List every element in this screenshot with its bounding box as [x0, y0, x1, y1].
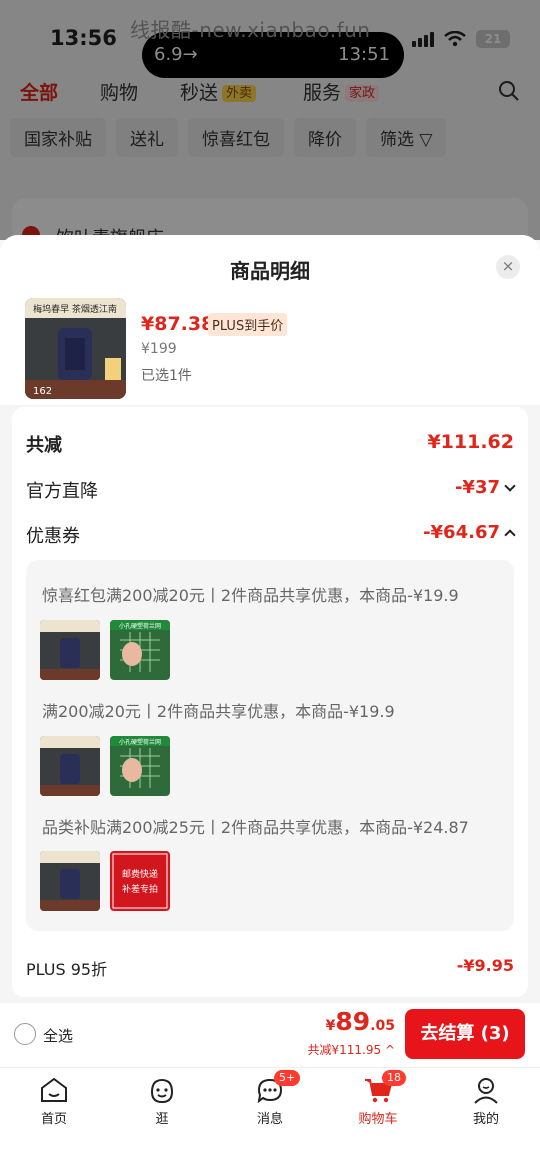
select-all-label[interactable]: 全选 [43, 1025, 73, 1046]
tab-me[interactable]: 我的 [446, 1074, 526, 1127]
tab-home-label: 首页 [40, 1112, 67, 1127]
coupon-item-text: 满200减20元丨2件商品共享优惠，本商品-¥19.9 [42, 702, 395, 721]
profile-icon [470, 1074, 502, 1106]
select-all-radio[interactable] [14, 1023, 36, 1045]
selected-count: 已选1件 [141, 368, 192, 384]
coupon-item-text: 惊喜红包满200减20元丨2件商品共享优惠，本商品-¥19.9 [42, 586, 459, 605]
tea-product-thumb [40, 851, 100, 911]
plus-discount-label: PLUS 95折 [26, 960, 108, 979]
cart-icon: 18 [362, 1070, 406, 1106]
message-badge: 5+ [274, 1070, 301, 1086]
checkout-button[interactable]: 去结算 (3) [405, 1009, 525, 1059]
net-product-thumb: 小孔硬塑荷兰网 [110, 736, 170, 796]
svg-text:补差专拍: 补差专拍 [122, 883, 158, 895]
coupon-list: 惊喜红包满200减20元丨2件商品共享优惠，本商品-¥19.9 小孔硬塑荷兰网 … [26, 560, 514, 931]
tea-product-thumb [40, 620, 100, 680]
tab-messages[interactable]: 5+ 消息 [230, 1070, 310, 1127]
total-reduction-row: 共减 ¥111.62 [26, 431, 514, 457]
coupon-label: 优惠券 [26, 526, 80, 547]
cart-badge: 18 [382, 1070, 406, 1086]
tab-cart[interactable]: 18 购物车 [338, 1070, 418, 1127]
tea-product-image: 梅坞春早 茶烟透江南 162 [25, 298, 126, 399]
caret-up-icon: ^ [384, 1043, 395, 1057]
checkout-bar: 全选 ¥89.05 共减¥111.95 ^ 去结算 (3) [0, 1003, 540, 1067]
postage-product-thumb: 邮费快递 补差专拍 [110, 851, 170, 911]
official-discount-row[interactable]: 官方直降 -¥37 [26, 477, 516, 503]
message-icon: 5+ [254, 1070, 301, 1106]
price-currency: ¥ [325, 1018, 336, 1034]
original-price: ¥199 [141, 341, 177, 357]
total-reduced[interactable]: 共减¥111.95 ^ [307, 1041, 395, 1058]
reduced-text: 共减¥111.95 [307, 1043, 382, 1057]
svg-text:162: 162 [33, 386, 52, 397]
official-discount-value: -¥37 [454, 477, 516, 498]
coupon-value: -¥64.67 [423, 522, 516, 543]
chevron-down-icon [504, 480, 516, 492]
svg-text:邮费快递: 邮费快递 [122, 868, 158, 880]
coupon-item-text: 品类补贴满200减25元丨2件商品共享优惠，本商品-¥24.87 [42, 818, 469, 837]
official-discount-label: 官方直降 [26, 481, 98, 502]
svg-text:梅坞春早 茶烟透江南: 梅坞春早 茶烟透江南 [33, 303, 117, 315]
official-value-text: -¥37 [454, 477, 500, 498]
sheet-header: 商品明细 × 梅坞春早 茶烟透江南 162 ¥87.38 PLUS到手价 ¥19… [0, 235, 540, 405]
plus-price-tag: PLUS到手价 [208, 313, 288, 336]
plus-discount-row: PLUS 95折 -¥9.95 [26, 956, 514, 980]
tab-cart-label: 购物车 [358, 1112, 398, 1127]
coupon-value-text: -¥64.67 [423, 522, 500, 543]
modal-overlay[interactable] [0, 0, 540, 240]
net-product-thumb: 小孔硬塑荷兰网 [110, 620, 170, 680]
price-integer: 89 [335, 1007, 371, 1036]
tab-browse[interactable]: 逛 [122, 1074, 202, 1127]
coupon-row[interactable]: 优惠券 -¥64.67 [26, 522, 516, 548]
total-reduction-value: ¥111.62 [427, 431, 514, 453]
discount-panel: 共减 ¥111.62 官方直降 -¥37 优惠券 -¥64.67 惊喜红包满20… [12, 407, 528, 997]
tab-me-label: 我的 [472, 1112, 499, 1127]
product-price: ¥87.38 [141, 313, 215, 335]
detail-sheet: 商品明细 × 梅坞春早 茶烟透江南 162 ¥87.38 PLUS到手价 ¥19… [0, 235, 540, 1003]
browse-icon [146, 1074, 178, 1106]
tab-browse-label: 逛 [155, 1112, 169, 1127]
total-reduction-label: 共减 [26, 435, 62, 456]
bottom-tab-bar: 首页 逛 5+ 消息 18 购物车 我的 [0, 1067, 540, 1170]
tab-home[interactable]: 首页 [14, 1074, 94, 1127]
total-price: ¥89.05 [326, 1007, 395, 1036]
chevron-up-icon [504, 529, 516, 541]
plus-discount-value: -¥9.95 [456, 956, 514, 975]
svg-text:小孔硬塑荷兰网: 小孔硬塑荷兰网 [119, 622, 161, 630]
price-decimal: .05 [370, 1018, 395, 1034]
tab-messages-label: 消息 [256, 1112, 283, 1127]
sheet-title: 商品明细 [230, 259, 310, 283]
tea-product-thumb [40, 736, 100, 796]
svg-text:小孔硬塑荷兰网: 小孔硬塑荷兰网 [119, 738, 161, 746]
product-thumbnail: 梅坞春早 茶烟透江南 162 [25, 298, 126, 399]
close-button[interactable]: × [496, 255, 520, 279]
home-icon [38, 1074, 70, 1106]
